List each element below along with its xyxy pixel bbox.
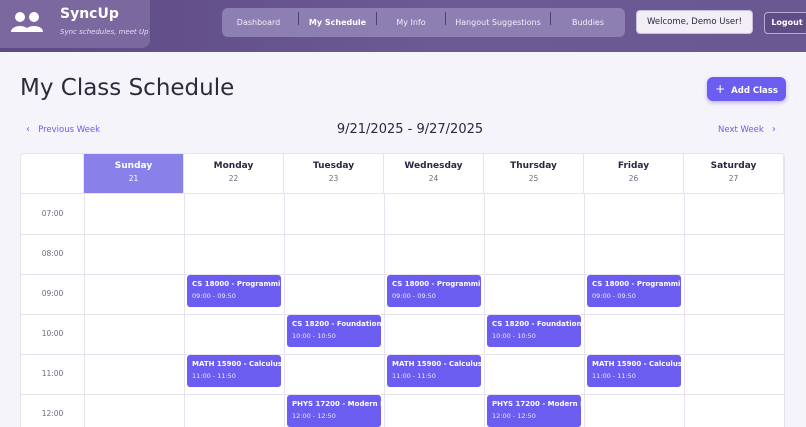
event-time: 12:00 - 12:50 (492, 412, 536, 420)
column-divider (284, 194, 285, 427)
plus-icon: + (715, 82, 726, 96)
row-divider (21, 234, 784, 235)
event-time: 09:00 - 09:50 (392, 292, 436, 300)
brand-name: SyncUp (60, 6, 119, 22)
column-divider (684, 194, 685, 427)
day-name: Sunday (114, 161, 153, 171)
users-icon (11, 12, 43, 32)
class-event[interactable]: CS 18200 - Foundations 10:00 - 10:50 (487, 315, 581, 347)
main-nav: Dashboard My Schedule My Info Hangout Su… (222, 8, 625, 37)
day-header-wednesday: Wednesday 24 (384, 154, 484, 194)
day-header-thursday: Thursday 25 (484, 154, 584, 194)
event-title: CS 18000 - Programming (592, 280, 681, 288)
class-event[interactable]: CS 18000 - Programming 09:00 - 09:50 (187, 275, 281, 307)
top-navbar: SyncUp Sync schedules, meet Up Dashboard… (0, 0, 806, 52)
day-date: 21 (128, 174, 139, 183)
day-header-saturday: Saturday 27 (684, 154, 784, 194)
day-date: 27 (728, 174, 739, 183)
day-name: Wednesday (404, 161, 463, 171)
logout-button[interactable]: Logout (764, 12, 806, 34)
day-date: 24 (428, 174, 439, 183)
time-label: 11:00 (41, 369, 64, 378)
nav-dashboard[interactable]: Dashboard (222, 8, 295, 37)
event-time: 11:00 - 11:50 (392, 372, 436, 380)
event-title: CS 18000 - Programming (192, 280, 281, 288)
column-divider (84, 194, 85, 427)
class-event[interactable]: CS 18000 - Programming 09:00 - 09:50 (387, 275, 481, 307)
time-label: 12:00 (41, 409, 64, 418)
event-time: 10:00 - 10:50 (292, 332, 336, 340)
row-divider (21, 394, 784, 395)
day-date: 25 (528, 174, 539, 183)
nav-buddies[interactable]: Buddies (551, 8, 625, 37)
welcome-badge[interactable]: Welcome, Demo User! (636, 10, 753, 34)
event-title: CS 18200 - Foundations (292, 320, 381, 328)
previous-week-button[interactable]: ‹ Previous Week (26, 124, 100, 135)
time-label: 09:00 (41, 289, 64, 298)
day-name: Saturday (710, 161, 757, 171)
event-title: CS 18000 - Programming (392, 280, 481, 288)
nav-my-info[interactable]: My Info (377, 8, 445, 37)
day-name: Monday (213, 161, 254, 171)
class-event[interactable]: MATH 15900 - Calculus I 11:00 - 11:50 (587, 355, 681, 387)
day-header-sunday: Sunday 21 (84, 154, 184, 194)
event-time: 10:00 - 10:50 (492, 332, 536, 340)
column-divider (484, 194, 485, 427)
class-event[interactable]: MATH 15900 - Calculus I 11:00 - 11:50 (387, 355, 481, 387)
brand[interactable]: SyncUp Sync schedules, meet Up (0, 0, 150, 48)
event-title: PHYS 17200 - Modern Mechanics (292, 400, 381, 408)
time-label: 08:00 (41, 249, 64, 258)
event-title: PHYS 17200 - Modern Mechanics (492, 400, 581, 408)
page-title: My Class Schedule (20, 75, 235, 101)
event-time: 09:00 - 09:50 (592, 292, 636, 300)
class-event[interactable]: PHYS 17200 - Modern Mechanics 12:00 - 12:… (487, 395, 581, 427)
class-event[interactable]: MATH 15900 - Calculus I 11:00 - 11:50 (187, 355, 281, 387)
event-time: 11:00 - 11:50 (192, 372, 236, 380)
chevron-left-icon: ‹ (26, 124, 30, 135)
previous-week-label: Previous Week (38, 125, 101, 135)
add-class-button[interactable]: + Add Class (707, 77, 786, 101)
event-title: MATH 15900 - Calculus I (592, 360, 681, 368)
day-date: 22 (228, 174, 239, 183)
day-name: Thursday (510, 161, 557, 171)
day-name: Tuesday (312, 161, 355, 171)
row-divider (21, 314, 784, 315)
day-date: 23 (328, 174, 339, 183)
column-divider (184, 194, 185, 427)
event-time: 09:00 - 09:50 (192, 292, 236, 300)
class-event[interactable]: CS 18200 - Foundations 10:00 - 10:50 (287, 315, 381, 347)
event-time: 11:00 - 11:50 (592, 372, 636, 380)
event-title: MATH 15900 - Calculus I (392, 360, 481, 368)
day-date: 26 (628, 174, 639, 183)
class-event[interactable]: CS 18000 - Programming 09:00 - 09:50 (587, 275, 681, 307)
next-week-button[interactable]: Next Week › (718, 124, 776, 135)
day-header-friday: Friday 26 (584, 154, 684, 194)
column-divider (584, 194, 585, 427)
nav-hangout-suggestions[interactable]: Hangout Suggestions (446, 8, 550, 37)
next-week-label: Next Week (718, 125, 764, 135)
brand-tagline: Sync schedules, meet Up (60, 28, 149, 36)
event-time: 12:00 - 12:50 (292, 412, 336, 420)
time-column-header (21, 154, 84, 194)
event-title: MATH 15900 - Calculus I (192, 360, 281, 368)
time-label: 10:00 (41, 329, 64, 338)
day-header-monday: Monday 22 (184, 154, 284, 194)
week-range: 9/21/2025 - 9/27/2025 (336, 122, 484, 137)
day-name: Friday (617, 161, 650, 171)
add-class-label: Add Class (731, 86, 778, 96)
day-header-tuesday: Tuesday 23 (284, 154, 384, 194)
nav-my-schedule[interactable]: My Schedule (299, 8, 376, 37)
column-divider (384, 194, 385, 427)
event-title: CS 18200 - Foundations (492, 320, 581, 328)
schedule-calendar: Sunday 21 Monday 22 Tuesday 23 Wednesday 24 Thur… (20, 153, 785, 427)
chevron-right-icon: › (771, 124, 776, 135)
time-label: 07:00 (41, 209, 64, 218)
class-event[interactable]: PHYS 17200 - Modern Mechanics 12:00 - 12:… (287, 395, 381, 427)
